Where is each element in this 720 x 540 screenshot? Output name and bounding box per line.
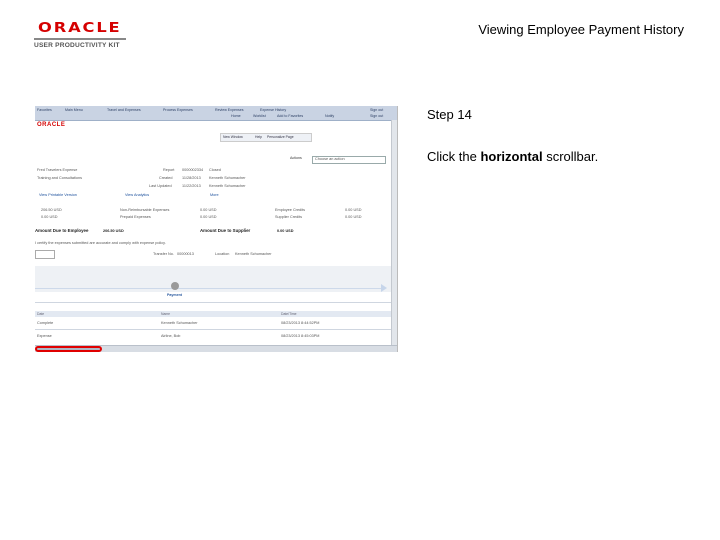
due-supplier-label: Amount Due to Supplier	[200, 228, 251, 233]
menu-bar-links: Home Worklist Add to Favorites Notify Si…	[35, 106, 397, 120]
report-label: Report	[163, 168, 175, 172]
help-link[interactable]: Help	[255, 135, 262, 139]
nav-link[interactable]: Home	[231, 114, 241, 118]
policy-text: I certify the expenses submitted are acc…	[35, 241, 166, 245]
amount-cell: 0.00 USD	[345, 208, 362, 212]
divider	[35, 302, 397, 303]
step-instruction: Click the horizontal scrollbar.	[427, 149, 598, 164]
transfer-value: 00000013	[177, 252, 194, 256]
screen-oracle-logo: ORACLE	[37, 122, 66, 128]
oracle-upk-logo: ORACLE USER PRODUCTIVITY KIT	[34, 22, 126, 49]
nav-link[interactable]: Sign out	[370, 114, 383, 118]
column-header: Date	[37, 312, 45, 316]
table-cell: Kenneth Schumacher	[161, 321, 198, 325]
due-employee-value: 206.50 USD	[103, 229, 124, 233]
report-purpose: Training and Consultations	[37, 176, 83, 180]
amount-cell: Supplier Credits	[275, 215, 303, 219]
application-screenshot: Favorites Main Menu Travel and Expenses …	[35, 106, 398, 352]
more-link[interactable]: More	[210, 193, 219, 197]
report-value: 0000002334	[182, 168, 204, 172]
created-label: Created	[159, 176, 173, 180]
due-employee-label: Amount Due to Employee	[35, 228, 89, 233]
amount-cell: 0.00 USD	[200, 215, 217, 219]
table-cell: 08/23/2013 8:45:03PM	[281, 334, 320, 338]
payment-node-label: Payment	[167, 293, 182, 297]
updated-by: Kenneth Schumacher	[209, 184, 246, 188]
actions-select-value: Choose an action	[315, 157, 345, 161]
step-number: Step 14	[427, 107, 472, 122]
created-value: 11/28/2013	[182, 176, 201, 180]
instruction-text-after: scrollbar.	[542, 149, 599, 164]
payment-node-icon[interactable]	[171, 282, 179, 290]
instruction-text-bold: horizontal	[480, 149, 543, 164]
personalize-link[interactable]: Personalize Page	[267, 135, 294, 139]
horizontal-scrollbar-highlight[interactable]	[35, 346, 102, 352]
updated-value: 11/22/2013	[182, 184, 201, 188]
row-divider	[35, 329, 397, 330]
new-window-link[interactable]: New Window	[223, 135, 243, 139]
table-cell: Complete	[37, 321, 54, 325]
amount-cell: 0.00 USD	[200, 208, 217, 212]
report-status: Closed	[209, 168, 221, 172]
logo-oracle-text: ORACLE	[38, 21, 122, 36]
workflow-arrow-icon	[381, 284, 387, 292]
document-title: Viewing Employee Payment History	[478, 22, 684, 37]
table-cell: 08/23/2013 8:44:52PM	[281, 321, 320, 325]
table-cell: Airline, Bob	[161, 334, 181, 338]
history-table-header: Date Name Date/Time	[35, 311, 397, 317]
view-printable-link[interactable]: View Printable Version	[39, 193, 77, 197]
page-links-bar: New Window Help Personalize Page	[220, 133, 312, 142]
instruction-text-before: Click the	[427, 149, 481, 164]
comment-input[interactable]	[35, 250, 55, 259]
workflow-track	[35, 288, 385, 289]
transfer-label: Transfer No.	[153, 252, 174, 256]
logo-upk-text: USER PRODUCTIVITY KIT	[34, 42, 120, 49]
column-header: Date/Time	[281, 312, 297, 316]
amount-cell: 0.00 USD	[41, 215, 58, 219]
created-by: Kenneth Schumacher	[209, 176, 246, 180]
actions-label: Actions	[290, 156, 302, 160]
amount-cell: Employee Credits	[275, 208, 305, 212]
column-header: Name	[161, 312, 171, 316]
nav-link[interactable]: Worklist	[253, 114, 266, 118]
location-label: Location	[215, 252, 230, 256]
vertical-scrollbar[interactable]	[391, 120, 397, 345]
nav-link[interactable]: Notify	[325, 114, 334, 118]
amount-cell: 206.50 USD	[41, 208, 62, 212]
table-cell: Expense	[37, 334, 52, 338]
location-value: Kenneth Schumacher	[235, 252, 272, 256]
amount-cell: Prepaid Expenses	[120, 215, 151, 219]
nav-link[interactable]: Add to Favorites	[277, 114, 303, 118]
amount-cell: Non-Reimbursable Expenses	[120, 208, 170, 212]
report-description: Fred Travelers Expense	[37, 168, 78, 172]
view-analytics-link[interactable]: View Analytics	[125, 193, 149, 197]
updated-label: Last Updated	[149, 184, 172, 188]
actions-select[interactable]: Choose an action	[312, 156, 386, 164]
logo-divider	[34, 38, 126, 40]
amount-cell: 0.00 USD	[345, 215, 362, 219]
due-supplier-value: 0.00 USD	[277, 229, 294, 233]
